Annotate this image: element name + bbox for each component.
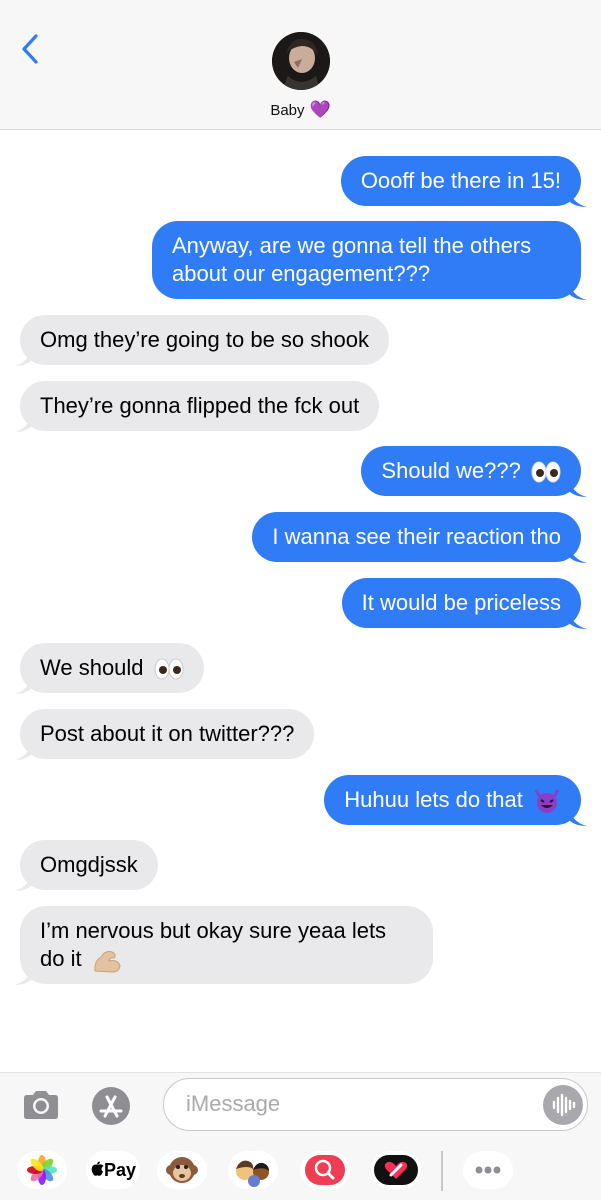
message-bubble-received[interactable]: We should <box>14 643 204 694</box>
message-bubble-sent[interactable]: Should we??? <box>361 446 587 497</box>
purple-heart-emoji: 💜 <box>309 100 331 119</box>
images-search-button[interactable] <box>300 1151 350 1189</box>
message-text: Omg they’re going to be so shook <box>40 327 369 352</box>
back-button[interactable] <box>16 32 46 66</box>
camera-icon <box>24 1091 58 1119</box>
contact-name-row[interactable]: Baby 💜 <box>0 100 601 120</box>
message-text: Oooff be there in 15! <box>360 168 561 193</box>
message-text: They’re gonna flipped the fck out <box>40 393 360 418</box>
camera-button[interactable] <box>22 1089 60 1121</box>
message-bubble-received[interactable]: Omgdjssk <box>14 840 158 891</box>
digital-touch-button[interactable] <box>371 1151 421 1189</box>
message-list[interactable]: Oooff be there in 15! Anyway, are we gon… <box>0 130 601 1072</box>
message-bubble-sent[interactable]: It would be priceless <box>341 578 587 629</box>
message-bubble-received[interactable]: I’m nervous but okay sure yeaa lets do i… <box>14 906 433 986</box>
conversation-header: Baby 💜 <box>0 0 601 130</box>
message-bubble-sent[interactable]: Oooff be there in 15! <box>340 156 587 207</box>
contact-avatar[interactable] <box>272 32 330 90</box>
message-bubble-sent[interactable]: I wanna see their reaction tho <box>252 512 587 563</box>
eyes-emoji <box>531 461 561 483</box>
flexed-biceps-emoji <box>94 951 121 973</box>
message-text: Should we??? <box>381 458 521 483</box>
audio-waveform-icon <box>552 1093 576 1117</box>
more-icon <box>475 1166 501 1174</box>
message-text: Post about it on twitter??? <box>40 721 295 746</box>
message-text: I wanna see their reaction tho <box>272 524 561 549</box>
memoji-stickers-button[interactable] <box>228 1151 278 1189</box>
message-text: Anyway, are we gonna tell the others abo… <box>172 233 532 286</box>
back-chevron-icon[interactable] <box>16 32 46 66</box>
web-search-icon <box>305 1155 345 1185</box>
photos-app-button[interactable] <box>17 1151 67 1189</box>
app-store-icon <box>92 1087 130 1125</box>
digital-touch-icon <box>374 1155 418 1185</box>
message-bubble-received[interactable]: They’re gonna flipped the fck out <box>14 381 380 432</box>
message-text: We should <box>40 655 144 680</box>
more-apps-button[interactable] <box>463 1151 513 1189</box>
message-text: Omgdjssk <box>40 852 138 877</box>
apple-logo-icon <box>91 1161 104 1176</box>
animoji-app-button[interactable] <box>157 1151 207 1189</box>
contact-name: Baby <box>270 101 305 119</box>
message-text: Huhuu lets do that <box>344 787 523 812</box>
monkey-memoji-icon <box>166 1157 198 1183</box>
apple-pay-button[interactable]: Pay <box>86 1151 140 1189</box>
smiling-devil-emoji <box>534 789 560 814</box>
message-input[interactable]: iMessage <box>163 1078 588 1131</box>
message-text: It would be priceless <box>361 590 561 615</box>
message-bubble-sent[interactable]: Anyway, are we gonna tell the others abo… <box>152 221 587 300</box>
eyes-emoji <box>154 658 184 680</box>
message-bubble-received[interactable]: Post about it on twitter??? <box>14 709 315 760</box>
app-store-button[interactable] <box>91 1086 131 1126</box>
app-drawer: Pay <box>0 1143 601 1200</box>
message-bubble-sent[interactable]: Huhuu lets do that <box>324 775 587 827</box>
memoji-stickers-icon <box>236 1160 269 1187</box>
tray-divider <box>441 1151 443 1191</box>
photos-icon <box>27 1155 57 1185</box>
compose-bar: iMessage Pay <box>0 1072 601 1200</box>
audio-message-button[interactable] <box>543 1085 583 1125</box>
apple-pay-label: Pay <box>103 1160 137 1180</box>
message-input-placeholder: iMessage <box>186 1091 281 1116</box>
message-bubble-received[interactable]: Omg they’re going to be so shook <box>14 315 389 366</box>
